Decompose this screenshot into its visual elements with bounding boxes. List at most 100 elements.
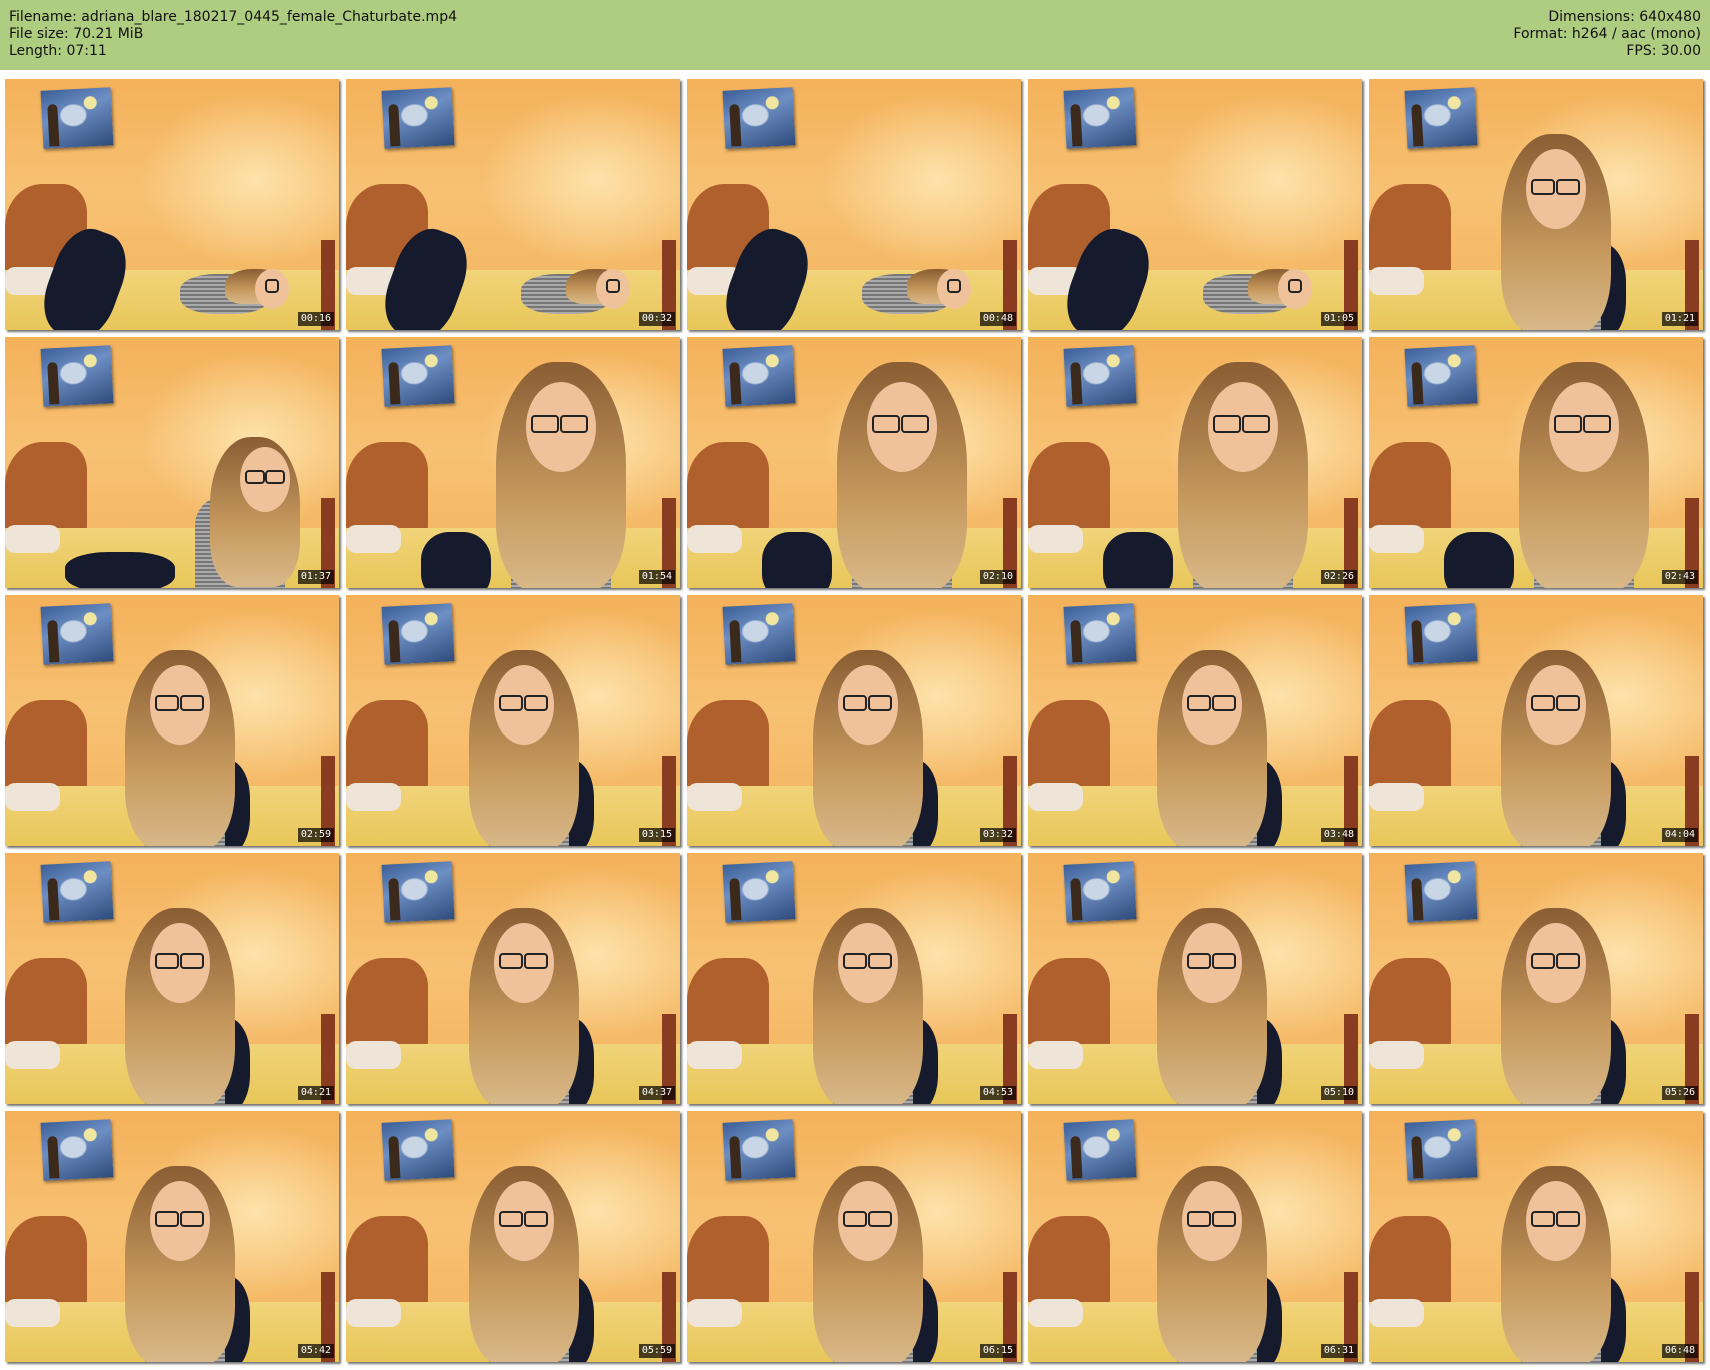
thumbnail-frame: 01:05 bbox=[1028, 79, 1362, 330]
thumbnail-frame: 01:21 bbox=[1369, 79, 1703, 330]
stream-info: Dimensions: 640x480 Format: h264 / aac (… bbox=[1513, 9, 1701, 60]
person bbox=[5, 595, 339, 846]
person bbox=[687, 595, 1021, 846]
timestamp-label: 01:54 bbox=[638, 570, 675, 584]
glasses-lens-right bbox=[1242, 415, 1270, 433]
glasses-lens-left bbox=[606, 279, 620, 293]
legs bbox=[715, 220, 819, 330]
glasses-lens-left bbox=[947, 279, 961, 293]
timestamp-label: 05:59 bbox=[638, 1344, 675, 1358]
glasses-lens-left bbox=[499, 953, 523, 969]
thumbnail-frame: 02:26 bbox=[1028, 337, 1362, 588]
glasses-lens-right bbox=[1212, 695, 1236, 711]
person bbox=[5, 1111, 339, 1362]
timestamp-label: 05:42 bbox=[297, 1344, 334, 1358]
filename-label: Filename: adriana_blare_180217_0445_fema… bbox=[9, 9, 457, 25]
thumbnail-frame: 02:43 bbox=[1369, 337, 1703, 588]
glasses-lens-left bbox=[245, 470, 265, 484]
glasses-lens-left bbox=[1531, 1211, 1555, 1227]
filesize-label: File size: 70.21 MiB bbox=[9, 26, 144, 42]
thumbnail-frame: 05:10 bbox=[1028, 853, 1362, 1104]
glasses-lens-left bbox=[843, 695, 867, 711]
glasses-lens-left bbox=[1531, 179, 1555, 195]
thumbnail-frame: 04:21 bbox=[5, 853, 339, 1104]
timestamp-label: 03:15 bbox=[638, 828, 675, 842]
person bbox=[346, 337, 680, 588]
timestamp-label: 02:26 bbox=[1320, 570, 1357, 584]
thumbnail-frame: 03:15 bbox=[346, 595, 680, 846]
person bbox=[1028, 853, 1362, 1104]
timestamp-label: 04:04 bbox=[1661, 828, 1698, 842]
legs bbox=[1444, 532, 1514, 588]
timestamp-label: 06:15 bbox=[979, 1344, 1016, 1358]
timestamp-label: 03:48 bbox=[1320, 828, 1357, 842]
thumbnail-frame: 04:53 bbox=[687, 853, 1021, 1104]
thumbnail-frame: 00:48 bbox=[687, 79, 1021, 330]
format-label: Format: h264 / aac (mono) bbox=[1513, 26, 1701, 42]
person bbox=[1028, 1111, 1362, 1362]
person bbox=[1369, 595, 1703, 846]
glasses-lens-left bbox=[499, 1211, 523, 1227]
dimensions-label: Dimensions: 640x480 bbox=[1548, 9, 1701, 25]
thumbnail-frame: 01:54 bbox=[346, 337, 680, 588]
legs bbox=[762, 532, 832, 588]
person bbox=[5, 853, 339, 1104]
timestamp-label: 02:59 bbox=[297, 828, 334, 842]
person bbox=[1028, 595, 1362, 846]
glasses-lens-left bbox=[155, 953, 179, 969]
glasses-lens-left bbox=[1213, 415, 1241, 433]
legs bbox=[421, 532, 491, 588]
person bbox=[5, 79, 339, 330]
thumbnail-frame: 05:26 bbox=[1369, 853, 1703, 1104]
person bbox=[1369, 853, 1703, 1104]
thumbnail-frame: 04:37 bbox=[346, 853, 680, 1104]
glasses-lens-right bbox=[868, 953, 892, 969]
glasses-lens-left bbox=[1187, 1211, 1211, 1227]
glasses-lens-left bbox=[265, 279, 279, 293]
thumbnail-frame: 06:48 bbox=[1369, 1111, 1703, 1362]
thumbnail-frame: 03:32 bbox=[687, 595, 1021, 846]
person bbox=[346, 853, 680, 1104]
video-info-header: Filename: adriana_blare_180217_0445_fema… bbox=[0, 0, 1710, 70]
glasses-lens-right bbox=[868, 695, 892, 711]
timestamp-label: 00:48 bbox=[979, 312, 1016, 326]
thumbnail-frame: 04:04 bbox=[1369, 595, 1703, 846]
person bbox=[687, 79, 1021, 330]
glasses-lens-right bbox=[1556, 953, 1580, 969]
person bbox=[1369, 79, 1703, 330]
thumbnail-grid: 00:16 00:32 00:48 01:05 01:21 01:37 01:54 02:10… bbox=[5, 79, 1703, 1362]
length-label: Length: 07:11 bbox=[9, 43, 107, 59]
timestamp-label: 01:37 bbox=[297, 570, 334, 584]
person bbox=[1369, 1111, 1703, 1362]
timestamp-label: 03:32 bbox=[979, 828, 1016, 842]
person bbox=[346, 1111, 680, 1362]
glasses-lens-left bbox=[843, 1211, 867, 1227]
glasses-lens-right bbox=[524, 1211, 548, 1227]
timestamp-label: 01:05 bbox=[1320, 312, 1357, 326]
glasses-lens-right bbox=[901, 415, 929, 433]
timestamp-label: 04:21 bbox=[297, 1086, 334, 1100]
glasses-lens-right bbox=[1583, 415, 1611, 433]
legs bbox=[65, 552, 175, 588]
glasses-lens-left bbox=[1288, 279, 1302, 293]
thumbnail-frame: 01:37 bbox=[5, 337, 339, 588]
file-info: Filename: adriana_blare_180217_0445_fema… bbox=[9, 9, 457, 60]
timestamp-label: 00:32 bbox=[638, 312, 675, 326]
glasses-lens-right bbox=[1212, 953, 1236, 969]
glasses-lens-left bbox=[155, 695, 179, 711]
person bbox=[346, 595, 680, 846]
person bbox=[5, 337, 339, 588]
person bbox=[687, 1111, 1021, 1362]
thumbnail-frame: 06:31 bbox=[1028, 1111, 1362, 1362]
timestamp-label: 04:53 bbox=[979, 1086, 1016, 1100]
glasses-lens-left bbox=[1187, 695, 1211, 711]
person bbox=[1028, 337, 1362, 588]
glasses-lens-right bbox=[560, 415, 588, 433]
timestamp-label: 02:43 bbox=[1661, 570, 1698, 584]
timestamp-label: 02:10 bbox=[979, 570, 1016, 584]
glasses-lens-left bbox=[155, 1211, 179, 1227]
glasses-lens-left bbox=[872, 415, 900, 433]
person bbox=[687, 853, 1021, 1104]
person bbox=[1028, 79, 1362, 330]
glasses-lens-left bbox=[499, 695, 523, 711]
